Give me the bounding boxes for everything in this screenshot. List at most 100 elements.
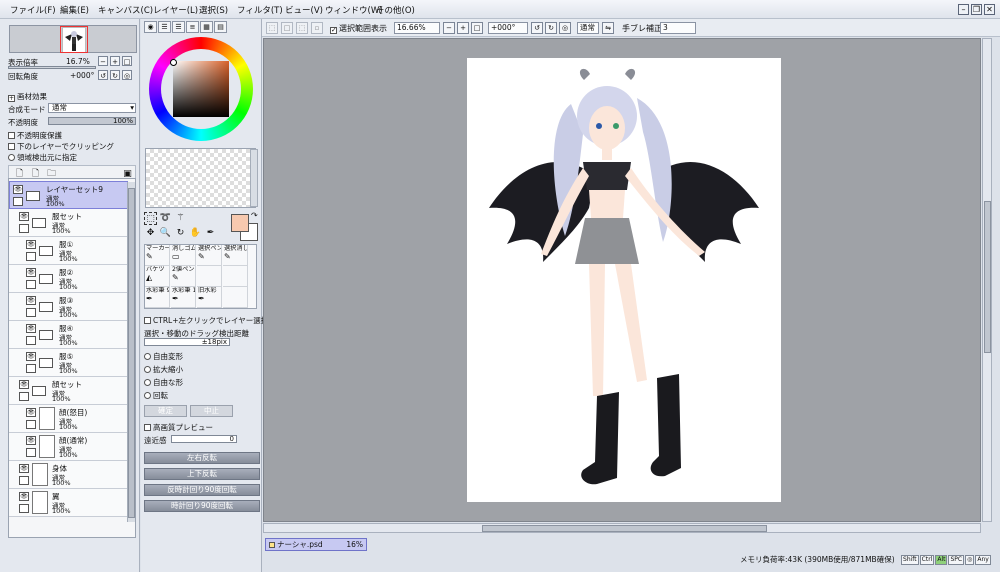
invert-selection-button[interactable]: ⬚ [296,22,308,34]
layer-lock-checkbox[interactable] [26,280,36,289]
swatch-scrollbar[interactable] [250,149,258,207]
restore-button[interactable]: ❐ [971,4,982,15]
flip-view-button[interactable]: ⇋ [602,22,614,34]
layer-lock-checkbox[interactable] [26,308,36,317]
free-transform-option[interactable]: 自由変形 [144,351,183,362]
visibility-toggle-icon[interactable]: 👁 [26,240,36,249]
drag-distance-slider[interactable]: ±18pix [144,338,230,346]
mode-select[interactable]: 通常 [577,22,599,34]
mixer-tab[interactable]: ≡ [186,21,199,33]
layer-item[interactable]: 👁 顔(通常) 通常 100% [9,433,128,461]
rotate-left-button[interactable]: ↺ [531,22,543,34]
flip-vertical-button[interactable]: 上下反転 [144,468,260,480]
brush-slot[interactable] [223,287,248,308]
confirm-button[interactable]: 確定 [144,405,187,417]
menu-other[interactable]: その他(O) [376,4,415,16]
rotate-right-button[interactable]: ↻ [545,22,557,34]
radio[interactable] [144,366,151,373]
menu-window[interactable]: ウィンドウ(W) [325,4,383,16]
layer-lock-checkbox[interactable] [19,224,29,233]
layer-item[interactable]: 👁 服⑤ 通常 100% [9,349,128,377]
brush-slot[interactable]: 2値ペン ✎ [171,266,196,287]
distort-option[interactable]: 自由な形 [144,377,183,388]
brush-slot[interactable]: 選択ペン ✎ [197,245,222,266]
saturation-value-square[interactable] [173,61,229,117]
visibility-toggle-icon[interactable]: 👁 [19,464,29,473]
move-icon[interactable]: ✥ [144,227,157,240]
brush-slot[interactable]: 水彩筆 9板✒ [145,287,170,308]
canvas-horizontal-scrollbar[interactable] [263,523,981,533]
navigator-view-frame[interactable] [60,26,88,53]
brush-slot[interactable]: マーカー ✎ [145,245,170,266]
zoom-icon[interactable]: 🔍 [159,227,172,240]
rect-select-icon[interactable]: ⬚ [144,212,157,225]
checkbox[interactable] [8,143,15,150]
menu-select[interactable]: 選択(S) [199,4,228,16]
select-all-button[interactable]: ⬚ [266,22,278,34]
navigator-thumbnail[interactable] [9,25,137,53]
hand-icon[interactable]: ✋ [189,227,202,240]
checkbox[interactable] [8,132,15,139]
brush-slot[interactable]: 水彩筆 10板✒ [171,287,196,308]
selection-source-option[interactable]: 領域検出元に指定 [8,152,77,163]
ctrl-select-option[interactable]: CTRL+左クリックでレイヤー選択 [144,315,268,326]
radio[interactable] [144,353,151,360]
visibility-toggle-icon[interactable]: 👁 [26,268,36,277]
nav-zoom-out-button[interactable]: − [98,56,108,66]
clear-selection-button[interactable]: ▫ [311,22,323,34]
swatch-tab[interactable]: ▦ [200,21,213,33]
swap-colors-icon[interactable]: ↷ [251,211,258,220]
canvas-area[interactable] [263,38,981,522]
rotation-select[interactable]: +000° [488,22,528,34]
layer-item[interactable]: 👁 顔セット 通常 100% [9,377,128,405]
color-wheel[interactable] [149,37,253,141]
scratchpad-tab[interactable]: ▤ [214,21,227,33]
minimize-button[interactable]: – [958,4,969,15]
radio[interactable] [8,154,15,161]
paper-effect-toggle[interactable]: + 画材効果 [8,91,47,102]
visibility-toggle-icon[interactable]: 👁 [19,380,29,389]
magic-wand-icon[interactable]: ⚚ [174,212,187,225]
opacity-slider[interactable]: 100% [48,117,136,125]
visibility-toggle-icon[interactable]: 👁 [26,408,36,417]
layer-lock-checkbox[interactable] [26,252,36,261]
brush-slot[interactable] [223,266,248,287]
visibility-toggle-icon[interactable]: 👁 [26,436,36,445]
layer-lock-checkbox[interactable] [19,476,29,485]
color-swatch-grid[interactable] [145,148,256,208]
nav-zoom-reset-button[interactable]: □ [122,56,132,66]
canvas-page[interactable] [467,58,781,502]
rgb-slider-tab[interactable]: ☰ [158,21,171,33]
rotate-view-icon[interactable]: ↻ [174,227,187,240]
visibility-toggle-icon[interactable]: 👁 [26,324,36,333]
menu-filter[interactable]: フィルタ(T) [237,4,283,16]
brush-slot[interactable]: 消しゴム ▭ [171,245,196,266]
flip-horizontal-button[interactable]: 左右反転 [144,452,260,464]
brush-slot[interactable]: 選択消し ✎ [223,245,248,266]
eyedropper-icon[interactable]: ✒ [204,227,217,240]
brush-slot[interactable]: 旧水彩 ✒ [197,287,222,308]
lasso-icon[interactable]: ➰ [159,212,172,225]
scroll-thumb[interactable] [128,188,135,518]
perspective-slider[interactable]: 0 [171,435,237,443]
nav-rotate-reset-button[interactable]: ◎ [122,70,132,80]
rotate-reset-button[interactable]: ◎ [559,22,571,34]
clip-below-option[interactable]: 下のレイヤーでクリッピング [8,141,114,152]
menu-layer[interactable]: レイヤー(L) [153,4,198,16]
layer-item[interactable]: 👁 服④ 通常 100% [9,321,128,349]
layer-item[interactable]: 👁 顔(怒目) 通常 100% [9,405,128,433]
zoom-in-button[interactable]: + [457,22,469,34]
layer-lock-checkbox[interactable] [19,392,29,401]
deselect-button[interactable]: □ [281,22,293,34]
nav-rotate-left-button[interactable]: ↺ [98,70,108,80]
hq-preview-option[interactable]: 高画質プレビュー [144,422,213,433]
scale-option[interactable]: 拡大縮小 [144,364,183,375]
layer-item[interactable]: 👁 服③ 通常 100% [9,293,128,321]
rotate-cw-button[interactable]: 時計回り90度回転 [144,500,260,512]
layer-lock-checkbox[interactable] [26,420,36,429]
layer-list[interactable]: 👁 レイヤーセット9 通常 100% 👁 服セット 通常 100% 👁 服① 通常 100% 👁 服② 通常… [8,178,136,538]
hsv-slider-tab[interactable]: ☰ [172,21,185,33]
stabilizer-select[interactable]: 3 [660,22,696,34]
layer-lock-checkbox[interactable] [26,448,36,457]
layer-lock-checkbox[interactable] [26,336,36,345]
